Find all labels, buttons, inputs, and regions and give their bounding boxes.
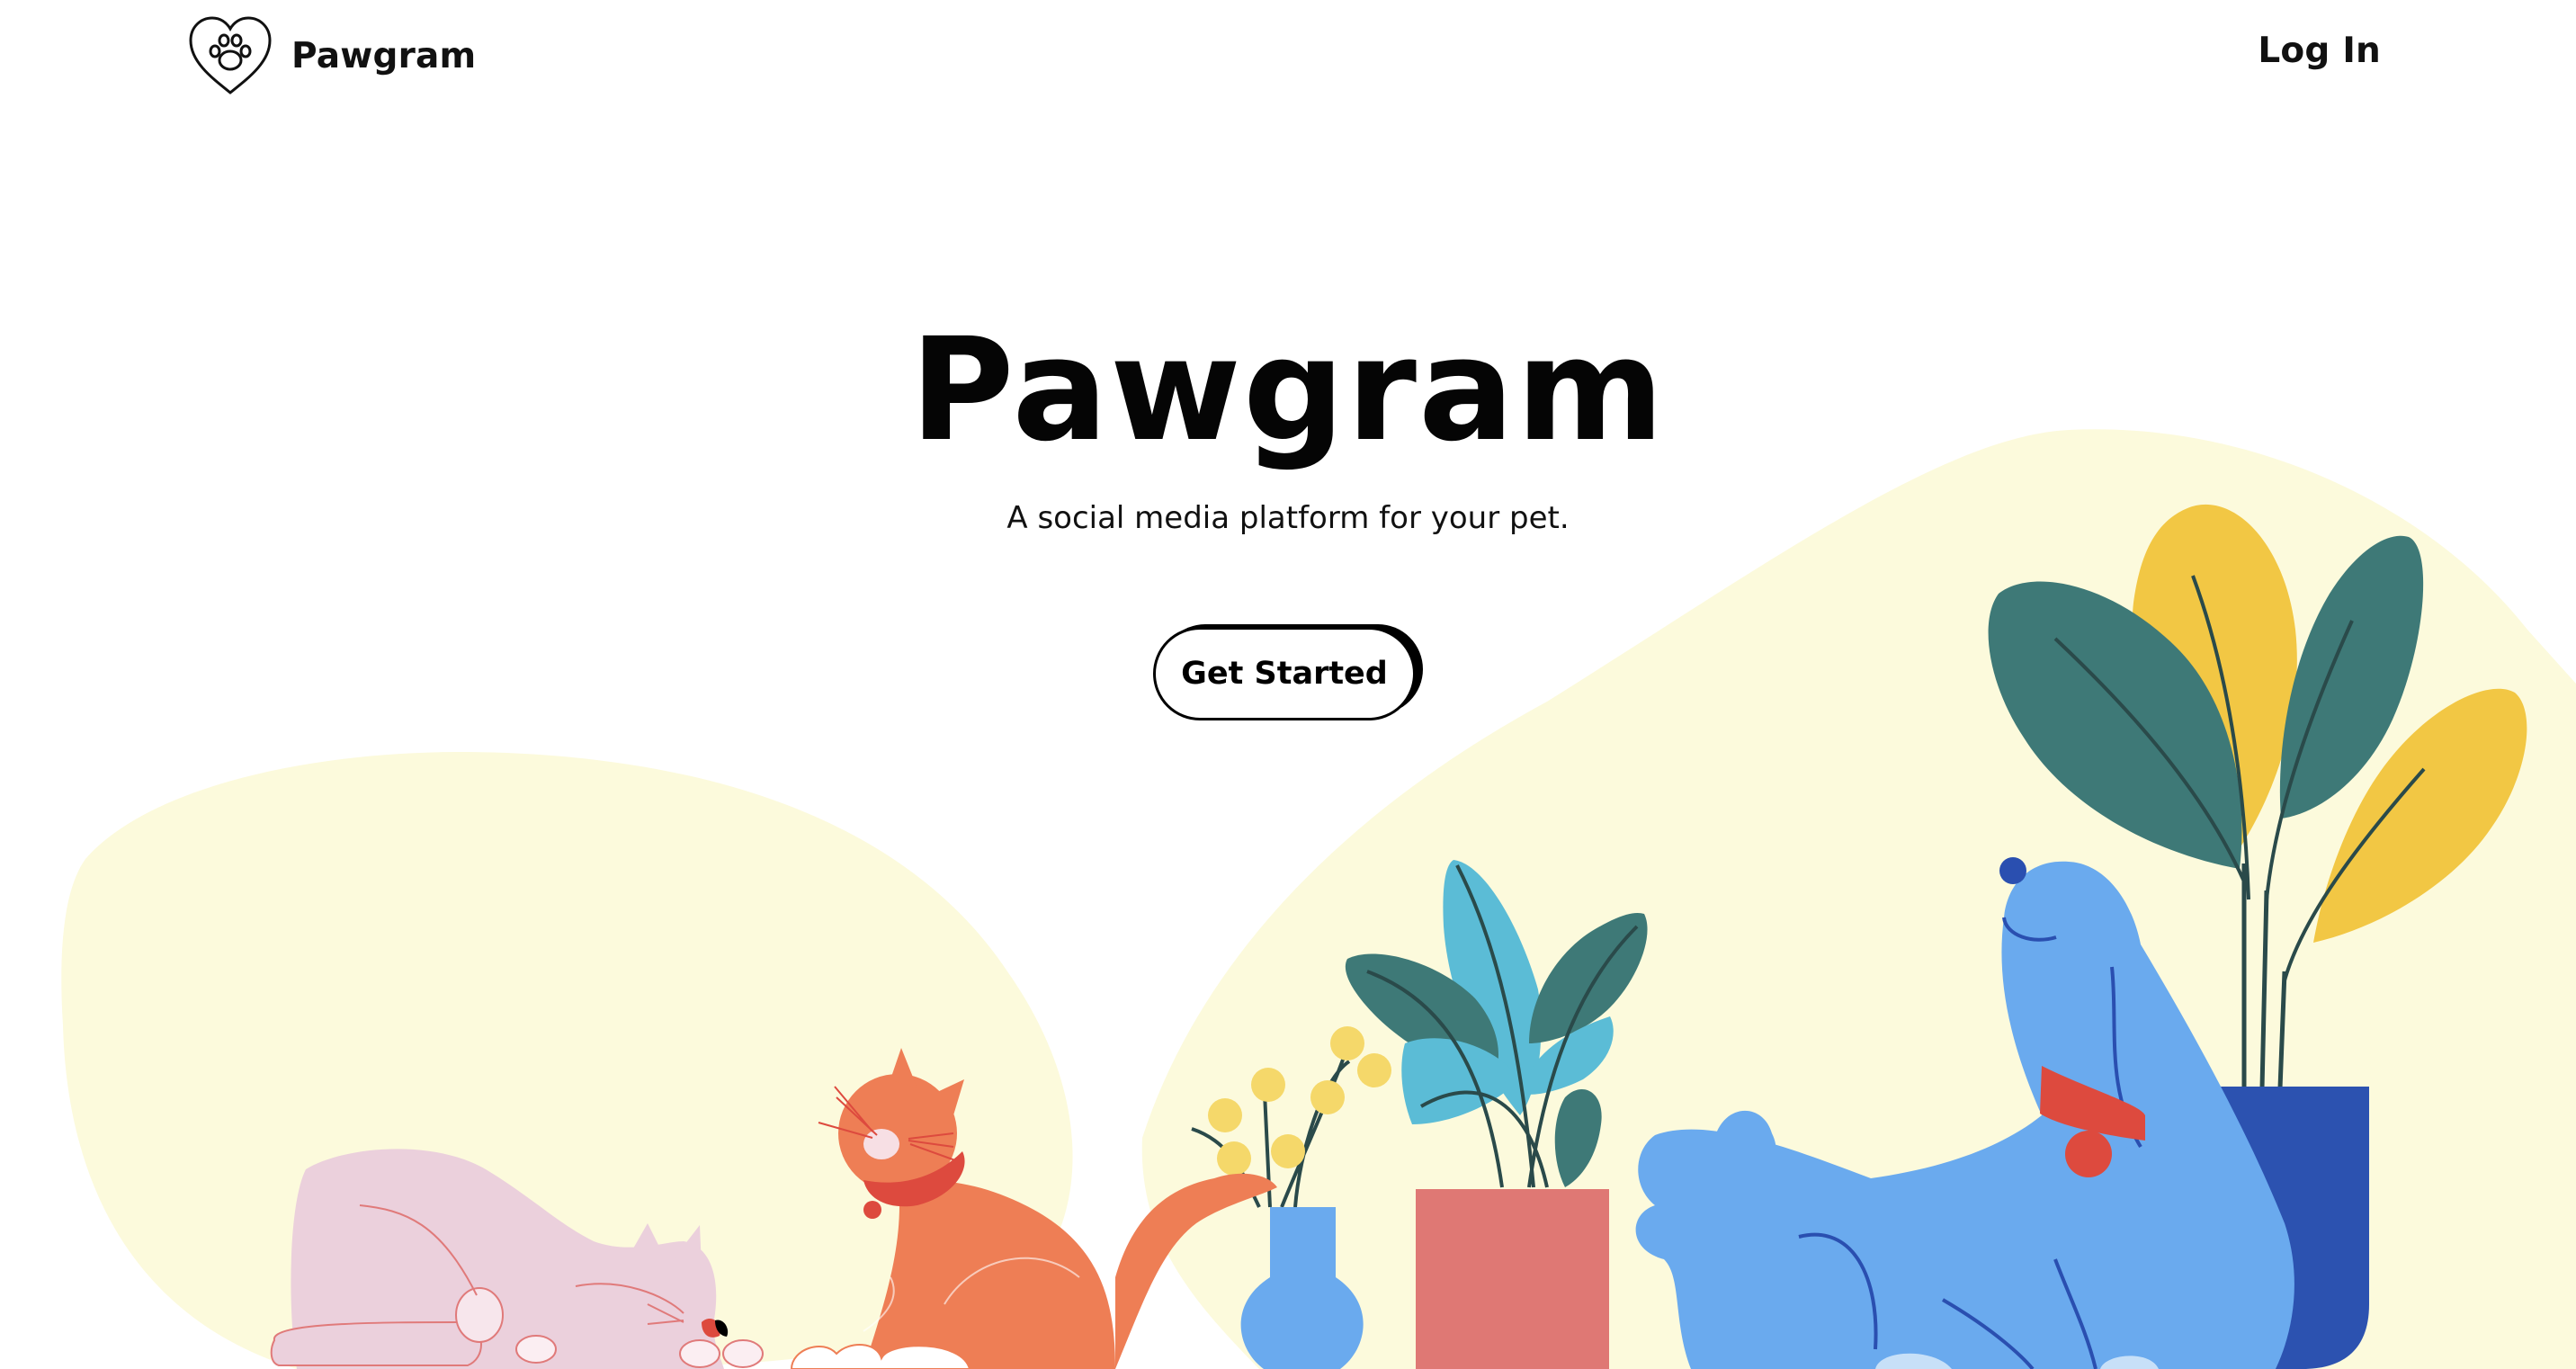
get-started-cta: Get Started bbox=[1153, 624, 1423, 720]
hero-title: Pawgram bbox=[909, 308, 1667, 473]
hero-subtitle: A social media platform for your pet. bbox=[1006, 500, 1570, 536]
get-started-button[interactable]: Get Started bbox=[1153, 627, 1416, 720]
landing-page: Pawgram Log In Pawgram A social media pl… bbox=[0, 0, 2576, 1369]
